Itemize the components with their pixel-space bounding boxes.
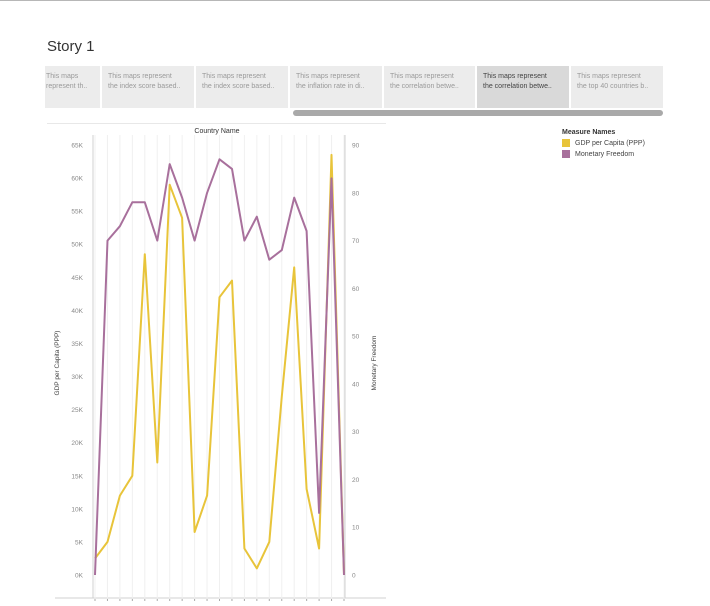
y-tick-label: 25K — [71, 407, 83, 414]
story-points-nav: This maps represent th.. This maps represe… — [45, 66, 663, 110]
y-tick-label: 40K — [71, 308, 83, 315]
legend-label-gdp: GDP per Capita (PPP) — [575, 139, 645, 147]
y2-tick-label: 40 — [352, 381, 360, 388]
scrollbar-thumb[interactable] — [293, 110, 663, 116]
legend-label-monetary-freedom: Monetary Freedom — [575, 150, 635, 158]
y-axis-title: GDP per Capita (PPP) — [54, 331, 61, 396]
story-point-caption-line2: the index score based.. — [202, 83, 275, 90]
story-point-caption-line1: This maps represent — [296, 73, 360, 80]
y2-tick-label: 20 — [352, 477, 360, 484]
y-tick-label: 15K — [71, 473, 83, 480]
story-point-caption-line2: the correlation betwe.. — [390, 83, 459, 90]
y-tick-label: 55K — [71, 209, 83, 216]
y2-tick-label: 0 — [352, 573, 356, 580]
legend-item-gdp[interactable]: GDP per Capita (PPP) — [562, 139, 645, 147]
y2-tick-label: 70 — [352, 238, 360, 245]
legend-swatch-monetary-freedom — [562, 150, 570, 158]
y-tick-label: 0K — [75, 573, 84, 580]
y-tick-label: 50K — [71, 242, 83, 249]
story-point-caption-line2: the correlation betwe.. — [483, 83, 552, 90]
story-point-caption-line1: This maps represent — [577, 73, 641, 80]
story-point-tab-1[interactable]: This maps represent th.. — [45, 66, 100, 108]
y-tick-label: 10K — [71, 506, 83, 513]
top-divider — [0, 0, 710, 1]
chart-container: Country Name 0K 5K 10K 15K 20K 25K 30K 35K 40K 45K… — [47, 122, 386, 603]
legend-item-monetary-freedom[interactable]: Monetary Freedom — [562, 150, 645, 158]
story-point-tab-6[interactable]: This maps represent the correlation betwe… — [477, 66, 569, 108]
story-nav-scrollbar[interactable] — [45, 110, 663, 116]
story-point-caption-line2: represent th.. — [46, 83, 88, 90]
story-point-caption-line2: the index score based.. — [108, 83, 181, 90]
y-tick-label: 20K — [71, 440, 83, 447]
dual-axis-line-chart: Country Name 0K 5K 10K 15K 20K 25K 30K 35K 40K 45K… — [47, 122, 386, 603]
legend: Measure Names GDP per Capita (PPP) Monet… — [562, 129, 645, 161]
legend-swatch-gdp — [562, 139, 570, 147]
y-tick-label: 35K — [71, 341, 83, 348]
y2-tick-label: 10 — [352, 525, 360, 532]
story-point-caption-line1: This maps — [46, 73, 79, 80]
y2-tick-label: 60 — [352, 286, 360, 293]
y2-tick-label: 30 — [352, 429, 360, 436]
chart-header-title: Country Name — [194, 128, 239, 135]
y-tick-label: 65K — [71, 143, 83, 150]
y2-tick-label: 50 — [352, 334, 360, 341]
legend-title: Measure Names — [562, 129, 616, 136]
story-point-caption-line2: the inflation rate in di.. — [296, 83, 365, 90]
story-point-caption-line2: the top 40 countries b.. — [577, 83, 649, 90]
y2-axis-title: Monetary Freedom — [371, 336, 378, 391]
story-point-caption-line1: This maps represent — [202, 73, 266, 80]
story-point-tab-2[interactable]: This maps represent the index score based… — [102, 66, 194, 108]
story-point-caption-line1: This maps represent — [390, 73, 454, 80]
story-point-tab-7[interactable]: This maps represent the top 40 countries … — [571, 66, 663, 108]
y-tick-label: 30K — [71, 374, 83, 381]
y-tick-label: 60K — [71, 176, 83, 183]
y2-tick-label: 80 — [352, 190, 360, 197]
story-point-caption-line1: This maps represent — [108, 73, 172, 80]
y2-tick-label: 90 — [352, 143, 360, 150]
y-tick-label: 5K — [75, 539, 84, 546]
story-point-tab-3[interactable]: This maps represent the index score based… — [196, 66, 288, 108]
story-point-tab-5[interactable]: This maps represent the correlation betwe… — [384, 66, 475, 108]
y-tick-label: 45K — [71, 275, 83, 282]
story-title: Story 1 — [47, 38, 95, 55]
story-point-caption-line1: This maps represent — [483, 73, 547, 80]
story-point-tab-4[interactable]: This maps represent the inflation rate in… — [290, 66, 382, 108]
